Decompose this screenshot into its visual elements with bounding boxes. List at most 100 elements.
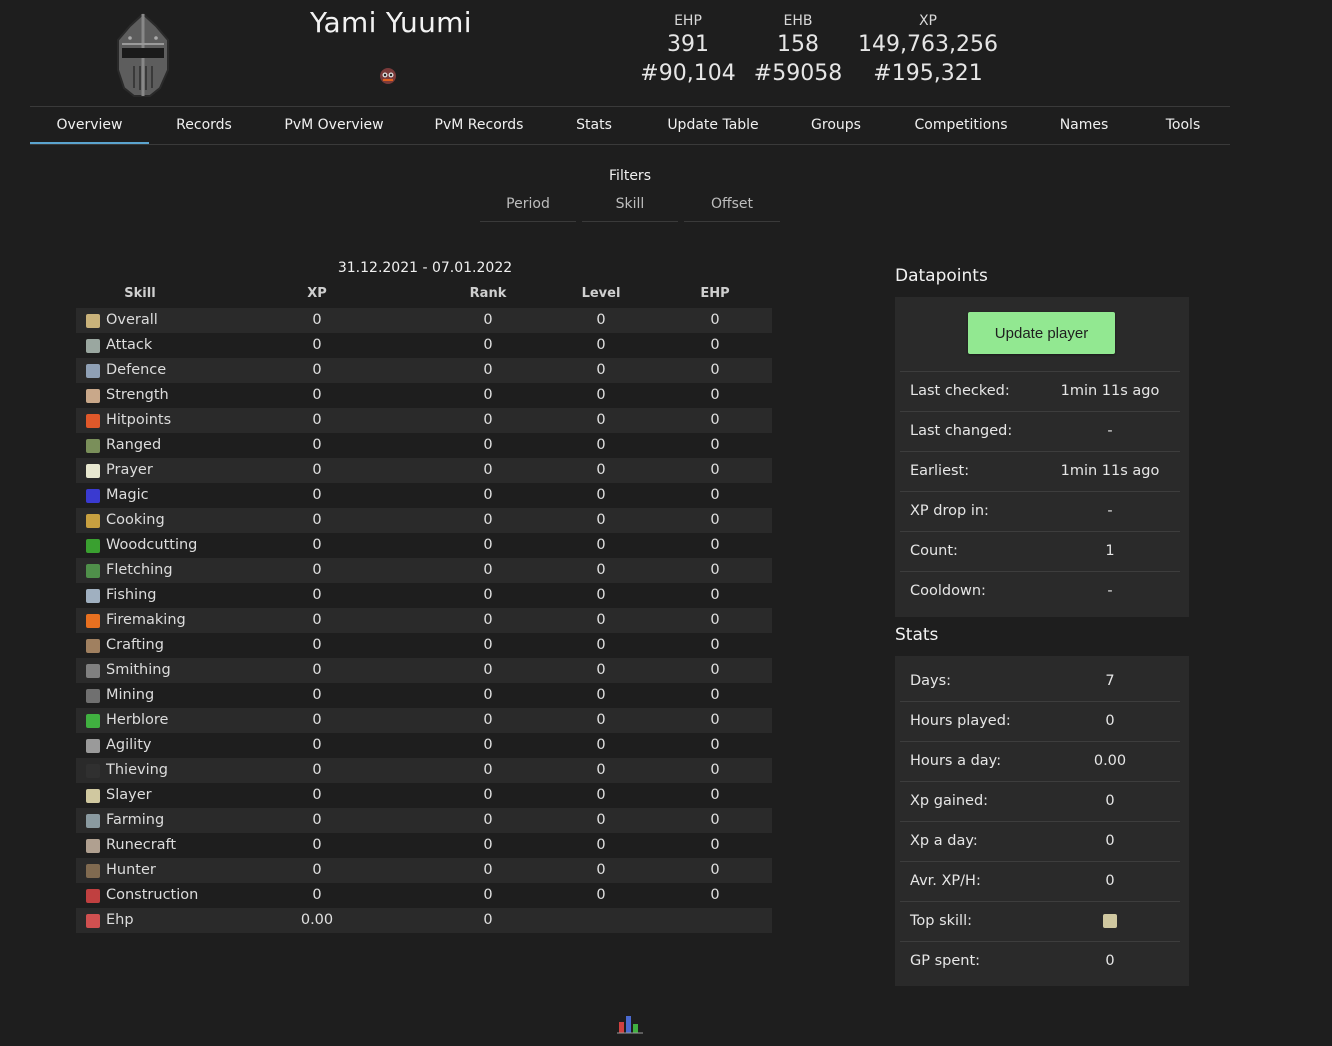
skill-cell: Woodcutting [86,533,286,558]
xp-cell: 0 [312,687,322,703]
datapoint-value: 1min 11s ago [1060,463,1160,479]
rank-cell: 0 [483,487,493,503]
xp-cell: 0 [312,487,322,503]
slayer-icon [1103,914,1117,928]
xp-cell: 0 [312,712,322,728]
tab-groups[interactable]: Groups [800,107,872,144]
xp-cell: 0.00 [300,912,334,928]
skill-name: Herblore [106,712,169,728]
tab-tools[interactable]: Tools [1154,107,1212,144]
tab-competitions[interactable]: Competitions [906,107,1016,144]
overall-icon [86,313,100,328]
table-row: Attack 0 0 0 0 [76,333,772,358]
stat-value: 0.00 [1093,753,1127,769]
skill-name: Mining [106,687,155,703]
table-row: Mining 0 0 0 0 [76,683,772,708]
table-row: Strength 0 0 0 0 [76,383,772,408]
stat-label: Top skill: [910,913,973,929]
player-name: Yami Yuumi [310,6,472,39]
level-cell: 0 [596,637,606,653]
ehb-value: 158 [777,32,819,57]
tab-overview[interactable]: Overview [30,107,149,144]
datapoint-label: XP drop in: [910,503,989,519]
stat-label: Hours played: [910,713,1011,729]
skill-name: Woodcutting [106,537,198,553]
chart-icon[interactable] [617,1012,643,1034]
rank-cell: 0 [483,812,493,828]
skill-cell: Fishing [86,583,286,608]
col-header-xp: XP [307,286,327,301]
stat-label: Days: [910,673,952,689]
ehp-cell: 0 [710,887,720,903]
tab-records[interactable]: Records [159,107,249,144]
table-row: Fletching 0 0 0 0 [76,558,772,583]
xp-cell: 0 [312,837,322,853]
skill-cell: Cooking [86,508,286,533]
skill-cell: Fletching [86,558,286,583]
stat-value: 0 [1105,833,1115,849]
ehp-cell: 0 [710,537,720,553]
ehb-rank: #59058 [753,61,843,86]
rank-cell: 0 [483,712,493,728]
date-range: 31.12.2021 - 07.01.2022 [337,260,513,276]
firemaking-icon [86,613,100,628]
xp-rank: #195,321 [873,61,983,86]
stat-row: GP spent: 0 [900,942,1180,981]
stat-row: Xp gained: 0 [900,782,1180,822]
datapoint-row: Last changed: - [900,412,1180,452]
filter-offset-tab[interactable]: Offset [684,194,780,222]
ehp-value: 391 [667,32,709,57]
rank-cell: 0 [483,562,493,578]
ehb-label: EHB [783,13,813,29]
tab-pvm-overview[interactable]: PvM Overview [274,107,394,144]
skill-cell: Agility [86,733,286,758]
ehp-cell: 0 [710,687,720,703]
stat-row: Hours a day: 0.00 [900,742,1180,782]
col-header-rank: Rank [469,286,507,301]
table-row: Construction 0 0 0 0 [76,883,772,908]
ehp-cell: 0 [710,512,720,528]
ehp-cell: 0 [710,612,720,628]
datapoint-label: Last changed: [910,423,1013,439]
skill-name: Firemaking [106,612,186,628]
skill-name: Magic [106,487,149,503]
datapoints-title: Datapoints [895,266,988,286]
table-row: Woodcutting 0 0 0 0 [76,533,772,558]
table-row: Hitpoints 0 0 0 0 [76,408,772,433]
level-cell: 0 [596,487,606,503]
skill-cell: Slayer [86,783,286,808]
xp-cell: 0 [312,387,322,403]
skill-cell: Defence [86,358,286,383]
level-cell: 0 [596,587,606,603]
rank-cell: 0 [483,887,493,903]
datapoint-row: Count: 1 [900,532,1180,572]
stat-value: 0 [1105,953,1115,969]
update-player-button[interactable]: Update player [968,312,1115,354]
ehp-cell: 0 [710,787,720,803]
skill-cell: Hitpoints [86,408,286,433]
filter-skill-tab[interactable]: Skill [582,194,678,222]
rank-cell: 0 [483,687,493,703]
tab-pvm-records[interactable]: PvM Records [424,107,534,144]
ehp-cell: 0 [710,837,720,853]
tab-update-table[interactable]: Update Table [658,107,768,144]
filter-period-tab[interactable]: Period [480,194,576,222]
skill-name: Cooking [106,512,165,528]
rank-cell: 0 [483,462,493,478]
tab-names[interactable]: Names [1054,107,1114,144]
ehp-label: EHP [674,13,702,29]
ehp-cell: 0 [710,737,720,753]
table-row: Magic 0 0 0 0 [76,483,772,508]
skill-cell: Hunter [86,858,286,883]
table-row: Crafting 0 0 0 0 [76,633,772,658]
xp-label: XP [918,13,938,29]
tab-stats[interactable]: Stats [564,107,624,144]
ehp-cell: 0 [710,662,720,678]
table-row: Ranged 0 0 0 0 [76,433,772,458]
xp-cell: 0 [312,787,322,803]
level-cell: 0 [596,387,606,403]
main-nav: Overview Records PvM Overview PvM Record… [30,106,1230,145]
stat-label: GP spent: [910,953,981,969]
skill-cell: Prayer [86,458,286,483]
mining-icon [86,688,100,703]
